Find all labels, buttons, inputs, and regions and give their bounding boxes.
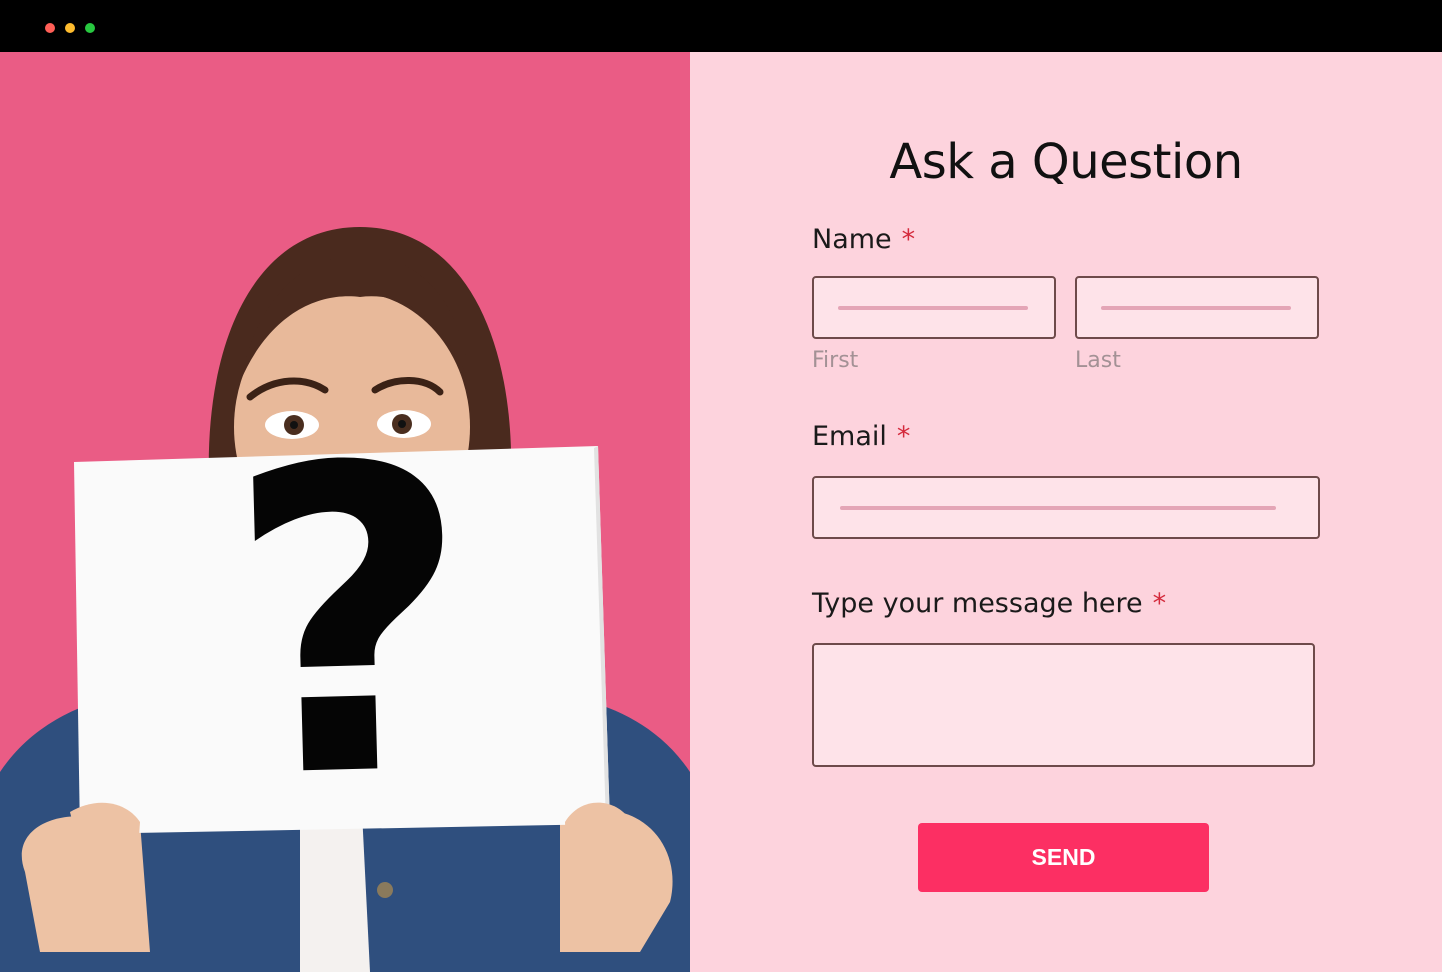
name-label-text: Name	[812, 224, 892, 255]
last-name-placeholder-line	[1101, 306, 1291, 310]
close-window-icon[interactable]	[45, 23, 55, 33]
email-label: Email *	[812, 421, 910, 452]
window-titlebar	[0, 0, 1442, 52]
name-label: Name *	[812, 224, 915, 255]
jacket-button	[377, 882, 393, 898]
question-form: Ask a Question Name * First Last Email * T…	[690, 52, 1442, 972]
email-label-text: Email	[812, 421, 887, 452]
minimize-window-icon[interactable]	[65, 23, 75, 33]
send-button[interactable]: SEND	[918, 823, 1209, 892]
email-input[interactable]	[812, 476, 1320, 539]
last-name-input[interactable]	[1075, 276, 1319, 339]
first-name-input[interactable]	[812, 276, 1056, 339]
message-textarea[interactable]	[812, 643, 1315, 767]
message-required-marker: *	[1152, 588, 1167, 619]
first-name-sublabel: First	[812, 348, 859, 373]
name-required-marker: *	[901, 224, 916, 255]
form-title: Ask a Question	[889, 134, 1243, 190]
last-name-sublabel: Last	[1075, 348, 1121, 373]
email-placeholder-line	[840, 506, 1276, 510]
question-mark-sign-icon: ?	[221, 376, 479, 873]
email-required-marker: *	[896, 421, 911, 452]
message-label-text: Type your message here	[812, 588, 1143, 619]
message-label: Type your message here *	[812, 588, 1166, 619]
maximize-window-icon[interactable]	[85, 23, 95, 33]
first-name-placeholder-line	[838, 306, 1028, 310]
hero-photo: ?	[0, 52, 690, 972]
